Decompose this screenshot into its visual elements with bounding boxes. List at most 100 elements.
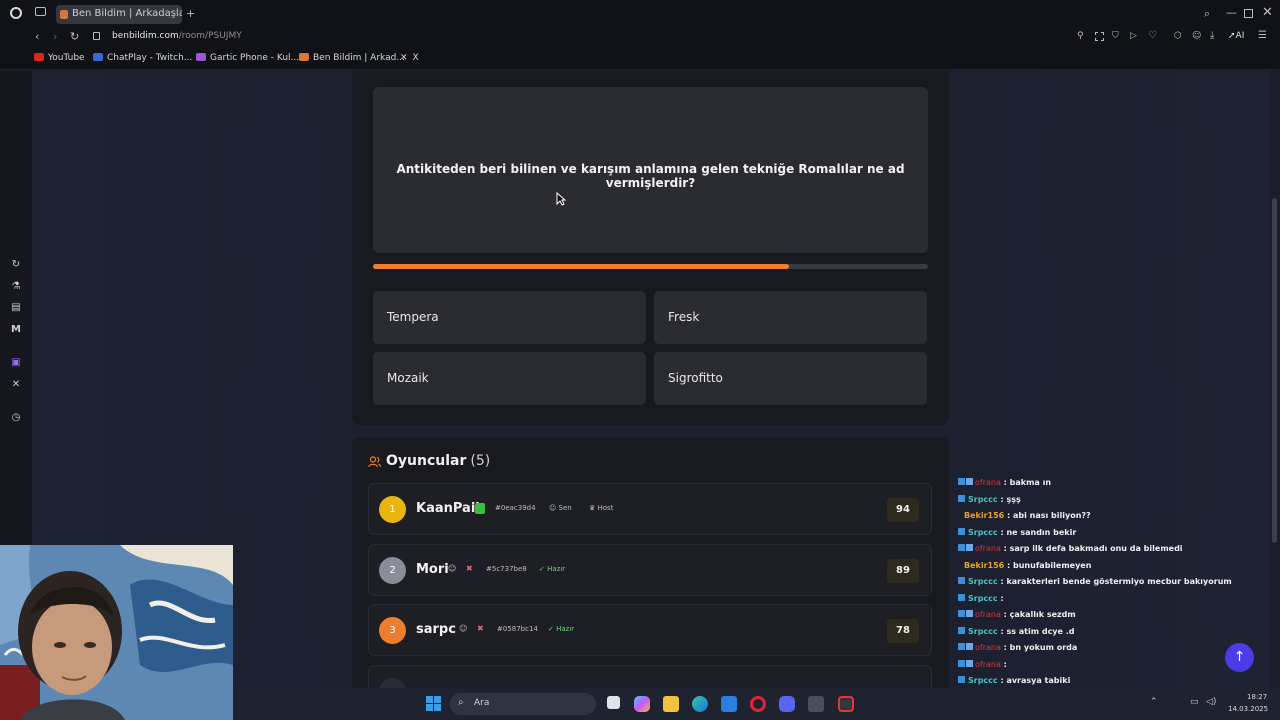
volume-icon[interactable]: ◁) bbox=[1206, 697, 1216, 707]
discord-icon[interactable] bbox=[779, 696, 795, 712]
tab-bar: Ben Bildim | Arkadaşlarınla + ⌕ — ✕ bbox=[0, 0, 1280, 28]
chat-text: : bbox=[1000, 659, 1007, 669]
host-label: ♛ Host bbox=[589, 504, 613, 512]
url-domain: benbildim.com bbox=[112, 31, 179, 41]
you-text: Sen bbox=[558, 504, 572, 512]
tab-active[interactable]: Ben Bildim | Arkadaşlarınla bbox=[56, 5, 182, 24]
bookmark-label: X bbox=[412, 53, 419, 63]
profile-icon[interactable]: ☺ bbox=[1192, 31, 1201, 41]
chat-badge-icon bbox=[958, 626, 965, 634]
ready-text: Hazır bbox=[547, 565, 566, 573]
snapshot-icon[interactable] bbox=[1095, 32, 1104, 41]
stream-chat: ofrana : bakma ın Srpccc : şşş Bekir156 : … bbox=[958, 474, 1258, 720]
bookmark-chatplay[interactable]: ChatPlay - Twitch... bbox=[93, 53, 192, 63]
player-id: #0eac39d4 bbox=[495, 504, 536, 512]
chat-text: : ss atim dcye .d bbox=[997, 626, 1075, 636]
clock-icon[interactable]: ◷ bbox=[10, 412, 22, 424]
lock-icon bbox=[93, 32, 100, 40]
tab-list-icon[interactable] bbox=[35, 7, 46, 16]
twitch-icon[interactable]: ▣ bbox=[10, 357, 22, 369]
check-circle-icon: ✓ bbox=[548, 625, 557, 633]
bookmark-youtube[interactable]: YouTube bbox=[34, 53, 85, 63]
minimize-icon[interactable]: — bbox=[1226, 6, 1237, 19]
play-icon[interactable]: ▷ bbox=[1130, 31, 1137, 41]
players-title: Oyuncular bbox=[386, 453, 467, 469]
ready-badge: ✓ Hazır bbox=[539, 565, 565, 573]
extensions-icon[interactable]: ⬡ bbox=[1174, 31, 1182, 41]
answer-option-d[interactable]: Sigrofitto bbox=[654, 352, 927, 405]
bookmark-gartic[interactable]: Gartic Phone - Kul... bbox=[196, 53, 299, 63]
taskbar-date[interactable]: 14.03.2025 bbox=[1228, 705, 1268, 713]
bookmark-x[interactable]: ✕ X bbox=[400, 53, 419, 63]
obs-icon[interactable] bbox=[838, 696, 854, 712]
store-icon[interactable] bbox=[721, 696, 737, 712]
pin-icon[interactable]: ⚲ bbox=[1077, 31, 1084, 41]
chat-username: Srpccc bbox=[968, 577, 998, 586]
timer-progress-fill bbox=[373, 264, 790, 269]
task-view-icon[interactable] bbox=[607, 696, 620, 709]
tab-title: Ben Bildim | Arkadaşlarınla bbox=[72, 8, 182, 19]
player-name: sarpc bbox=[416, 622, 456, 637]
chat-badge-icon bbox=[958, 577, 965, 584]
chat-badge-icon bbox=[958, 527, 965, 535]
opera-logo-icon[interactable] bbox=[10, 7, 22, 19]
answer-option-a[interactable]: Tempera bbox=[373, 291, 646, 344]
taskbar-time[interactable]: 18:27 bbox=[1247, 693, 1267, 701]
chat-message: ofrana : çakallık sezdm bbox=[958, 610, 1076, 619]
chat-text: : bn yokum orda bbox=[1000, 643, 1078, 652]
player-name: Mori bbox=[416, 562, 449, 577]
download-icon[interactable]: ⤓ bbox=[1210, 30, 1214, 41]
user-icon: ☺ bbox=[549, 504, 559, 512]
player-score: 94 bbox=[887, 498, 919, 522]
network-icon[interactable]: ▭ bbox=[1190, 697, 1199, 707]
maximize-icon[interactable] bbox=[1244, 9, 1253, 18]
answer-option-b[interactable]: Fresk bbox=[654, 291, 927, 344]
flask-icon[interactable]: ⚗ bbox=[10, 281, 22, 293]
kick-player-icon[interactable]: ✖ bbox=[466, 564, 473, 573]
host-text: Host bbox=[597, 504, 614, 512]
app-icon[interactable] bbox=[808, 696, 824, 712]
wallet-icon[interactable]: ▤ bbox=[10, 302, 22, 314]
x-sidebar-icon[interactable]: ✕ bbox=[10, 379, 22, 391]
users-icon bbox=[368, 456, 381, 468]
player-score: 89 bbox=[887, 559, 919, 583]
opera-taskbar-icon[interactable] bbox=[750, 696, 766, 712]
scrollbar-thumb[interactable] bbox=[1272, 198, 1277, 543]
shield-icon[interactable]: ⛉ bbox=[1112, 31, 1119, 41]
bookmark-benbildim[interactable]: Ben Bildim | Arkad... bbox=[299, 53, 405, 63]
chat-badge-icon bbox=[958, 676, 965, 683]
youtube-icon bbox=[34, 53, 44, 61]
scroll-to-top-button[interactable]: ↑ bbox=[1225, 643, 1254, 672]
close-window-icon[interactable]: ✕ bbox=[1262, 5, 1273, 20]
copilot-icon[interactable] bbox=[634, 696, 650, 712]
reload-icon[interactable]: ↻ bbox=[70, 30, 79, 43]
chat-badge-icon bbox=[966, 610, 973, 617]
url-field[interactable]: benbildim.com/room/PSUJMY bbox=[112, 31, 242, 41]
players-count: (5) bbox=[470, 453, 491, 469]
tray-chevron-icon[interactable]: ⌃ bbox=[1150, 697, 1158, 707]
taskbar-search[interactable]: ⌕ Ara bbox=[450, 693, 596, 715]
file-explorer-icon[interactable] bbox=[663, 696, 679, 712]
aria-ai-button[interactable]: ➚AI bbox=[1228, 31, 1244, 41]
chat-badge-icon bbox=[966, 544, 973, 551]
player-row-partial bbox=[368, 665, 932, 705]
search-tabs-icon[interactable]: ⌕ bbox=[1204, 7, 1210, 21]
chat-username: Srpccc bbox=[968, 527, 998, 537]
heart-icon[interactable]: ♡ bbox=[1148, 30, 1157, 41]
forward-arrow-icon[interactable]: › bbox=[53, 30, 57, 43]
chat-message: Srpccc : şşş bbox=[958, 494, 1021, 504]
arrow-up-icon: ↑ bbox=[1233, 649, 1246, 665]
chat-badge-icon bbox=[958, 478, 965, 485]
edge-icon[interactable] bbox=[692, 696, 708, 712]
m-app-icon[interactable]: M bbox=[10, 324, 22, 336]
kick-player-icon[interactable]: ✖ bbox=[477, 624, 484, 633]
chat-badge-icon bbox=[958, 643, 965, 650]
new-tab-icon[interactable]: + bbox=[186, 7, 195, 20]
answer-option-c[interactable]: Mozaik bbox=[373, 352, 646, 405]
history-refresh-icon[interactable]: ↻ bbox=[10, 259, 22, 271]
taskbar-search-placeholder: Ara bbox=[474, 698, 490, 708]
back-arrow-icon[interactable]: ‹ bbox=[35, 30, 39, 43]
menu-icon[interactable]: ☰ bbox=[1258, 30, 1267, 41]
windows-start-icon[interactable] bbox=[426, 696, 441, 711]
crown-icon: ♛ bbox=[589, 504, 598, 512]
